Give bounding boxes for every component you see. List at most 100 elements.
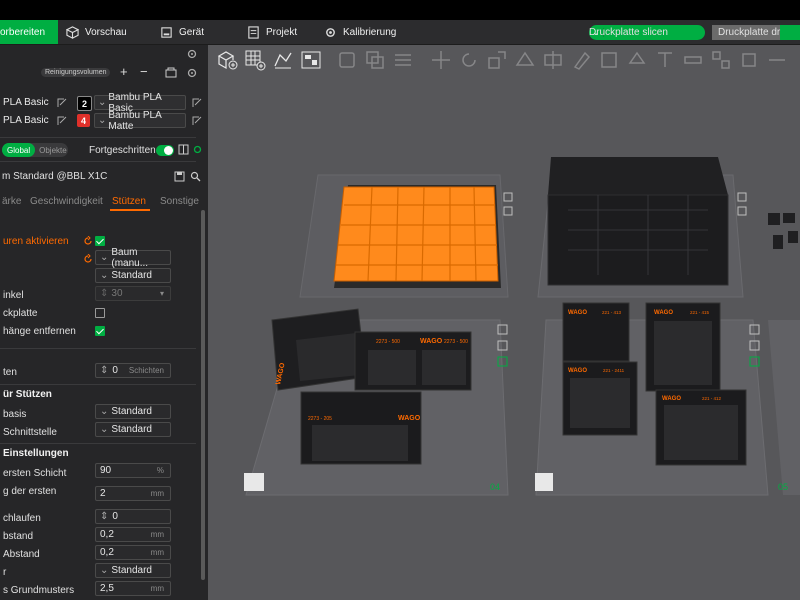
wago-box-model[interactable]: WAGO 2273 - 500 2273 - 500 xyxy=(354,331,472,391)
edit-icon[interactable] xyxy=(192,116,202,126)
sync-icon[interactable] xyxy=(165,67,177,78)
add-icon[interactable]: + xyxy=(120,64,128,79)
section-advanced: Einstellungen xyxy=(3,448,69,459)
minus-icon[interactable]: − xyxy=(140,64,148,79)
reset-icon[interactable] xyxy=(83,254,93,264)
settings-icon[interactable] xyxy=(192,144,203,155)
tab-others[interactable]: Sonstige xyxy=(160,196,199,207)
divider xyxy=(0,348,196,349)
plate-number-label: 04 xyxy=(490,482,501,492)
divider xyxy=(0,137,196,138)
part-number-label: 221 - 2411 xyxy=(603,368,625,373)
plates-scene: WAGO WAGO 2273 - 500 2273 - 500 WAGO 227… xyxy=(244,157,800,496)
remove-overhangs-label: hänge entfernen xyxy=(3,326,76,337)
tab-project[interactable]: Projekt xyxy=(247,20,297,44)
edit-icon[interactable] xyxy=(192,98,202,108)
bottom-z-distance-input[interactable]: 0,2 mm xyxy=(95,545,171,560)
raft-layers-input[interactable]: ⇕ 0 Schichten xyxy=(95,363,171,378)
slice-plate-button[interactable]: ⌄ Druckplatte slicen xyxy=(589,25,705,40)
part-number-label: 221 - 413 xyxy=(602,310,622,315)
tab-support[interactable]: Stützen xyxy=(112,196,146,207)
support-interface-select[interactable]: ⌄ Standard xyxy=(95,422,171,437)
edit-icon[interactable] xyxy=(57,98,67,108)
wago-label: WAGO xyxy=(398,415,421,422)
reset-icon[interactable] xyxy=(83,236,93,246)
wago-box-model[interactable]: WAGO 221 - 2411 xyxy=(562,361,638,436)
gear-icon[interactable] xyxy=(186,48,198,60)
small-parts-model[interactable] xyxy=(768,213,798,249)
tab-device[interactable]: Gerät xyxy=(160,20,204,44)
black-case-model[interactable] xyxy=(547,157,729,286)
wago-label: WAGO xyxy=(662,396,681,402)
advanced-toggle[interactable] xyxy=(156,145,174,156)
settings-panel: Reinigungsvolumen + − PLA Basic 2 ⌄ Bambu… xyxy=(0,45,208,600)
enable-support-label: uren aktivieren xyxy=(3,236,69,247)
process-tabs: ärke Geschwindigkeit Stützen Sonstige xyxy=(0,193,208,211)
save-icon[interactable] xyxy=(174,171,185,182)
wago-box-model[interactable]: WAGO 221 - 412 xyxy=(655,389,747,466)
tab-preview[interactable]: Vorschau xyxy=(66,20,127,44)
support-base-select[interactable]: ⌄ Standard xyxy=(95,404,171,419)
tab-calibration[interactable]: Kalibrierung xyxy=(324,20,396,44)
project-icon xyxy=(248,25,259,39)
wago-box-model[interactable]: WAGO xyxy=(271,308,367,391)
threshold-angle-input[interactable]: ⇕ 30 ▾ xyxy=(95,286,171,301)
first-layer-expansion-label: g der ersten xyxy=(3,486,57,497)
part-number-label: 2273 - 500 xyxy=(444,339,468,345)
first-layer-expansion-input[interactable]: 2 mm xyxy=(95,486,171,501)
wago-box-model[interactable]: WAGO 221 - 413 xyxy=(562,302,630,362)
wago-box-model[interactable]: WAGO 2273 - 205 xyxy=(300,391,422,465)
on-buildplate-label: ckplatte xyxy=(3,308,38,319)
raft-layers-label: ten xyxy=(3,367,17,378)
first-layer-density-input[interactable]: 90% xyxy=(95,463,171,478)
part-number-label: 2273 - 500 xyxy=(376,339,400,345)
print-plate-button[interactable]: ⌄ Druckplatte dr xyxy=(712,25,800,40)
wago-label: WAGO xyxy=(568,310,587,316)
search-icon[interactable] xyxy=(190,171,201,182)
remove-overhangs-checkbox[interactable] xyxy=(95,326,105,336)
wago-label: WAGO xyxy=(420,338,443,345)
base-pattern-select[interactable]: ⌄ Standard xyxy=(95,563,171,578)
base-pattern-label: r xyxy=(3,567,7,578)
filament-select[interactable]: ⌄ Bambu PLA Matte xyxy=(94,110,186,132)
wall-loops-label: chlaufen xyxy=(3,513,41,524)
tab-speed[interactable]: Geschwindigkeit xyxy=(30,196,103,207)
edit-icon[interactable] xyxy=(57,116,67,126)
orange-organizer-model[interactable] xyxy=(333,185,501,288)
top-z-distance-label: bstand xyxy=(3,531,34,542)
enable-support-checkbox[interactable] xyxy=(95,236,105,246)
threshold-angle-label: inkel xyxy=(3,290,24,301)
panel-scrollbar[interactable] xyxy=(201,210,205,580)
plate-number-label: 05 xyxy=(778,482,789,492)
filament-select[interactable]: ⌄ Bambu PLA Basic xyxy=(94,92,186,114)
tab-strength[interactable]: ärke xyxy=(2,196,21,207)
process-preset[interactable]: m Standard @BBL X1C xyxy=(2,171,107,182)
wago-box-model[interactable]: WAGO 221 - 415 xyxy=(645,302,721,392)
global-object-switch[interactable]: Global Objekte xyxy=(2,143,68,157)
tab-prepare[interactable]: orbereiten xyxy=(0,20,58,44)
device-icon xyxy=(161,26,172,38)
cube-icon xyxy=(66,25,79,39)
part-number-label: 221 - 412 xyxy=(702,396,722,401)
base-pattern-spacing-input[interactable]: 2,5 mm xyxy=(95,581,171,596)
divider xyxy=(0,384,196,385)
global-tab[interactable]: Global xyxy=(2,143,36,157)
support-style-select[interactable]: ⌄ Standard xyxy=(95,268,171,283)
part-number-label: 2273 - 205 xyxy=(308,416,332,422)
objects-tab[interactable]: Objekte xyxy=(35,143,67,157)
advanced-label: Fortgeschritten xyxy=(89,145,156,156)
compare-icon[interactable] xyxy=(178,144,189,155)
support-type-select[interactable]: ⌄ Baum (manu... xyxy=(95,247,171,269)
filament-color-swatch[interactable]: 2 xyxy=(77,96,92,111)
support-base-label: basis xyxy=(3,409,27,420)
wago-label: WAGO xyxy=(654,310,673,316)
filament-color-swatch[interactable]: 4 xyxy=(77,114,90,127)
purge-volume-button[interactable]: Reinigungsvolumen xyxy=(41,68,111,77)
gear-icon[interactable] xyxy=(186,67,198,79)
calibration-icon xyxy=(326,27,335,37)
on-buildplate-checkbox[interactable] xyxy=(95,308,105,318)
top-z-distance-input[interactable]: 0,2 mm xyxy=(95,527,171,542)
wago-label: WAGO xyxy=(568,368,587,374)
3d-viewport[interactable]: WAGO WAGO 2273 - 500 2273 - 500 WAGO 227… xyxy=(208,45,800,600)
wall-loops-input[interactable]: ⇕ 0 xyxy=(95,509,171,524)
